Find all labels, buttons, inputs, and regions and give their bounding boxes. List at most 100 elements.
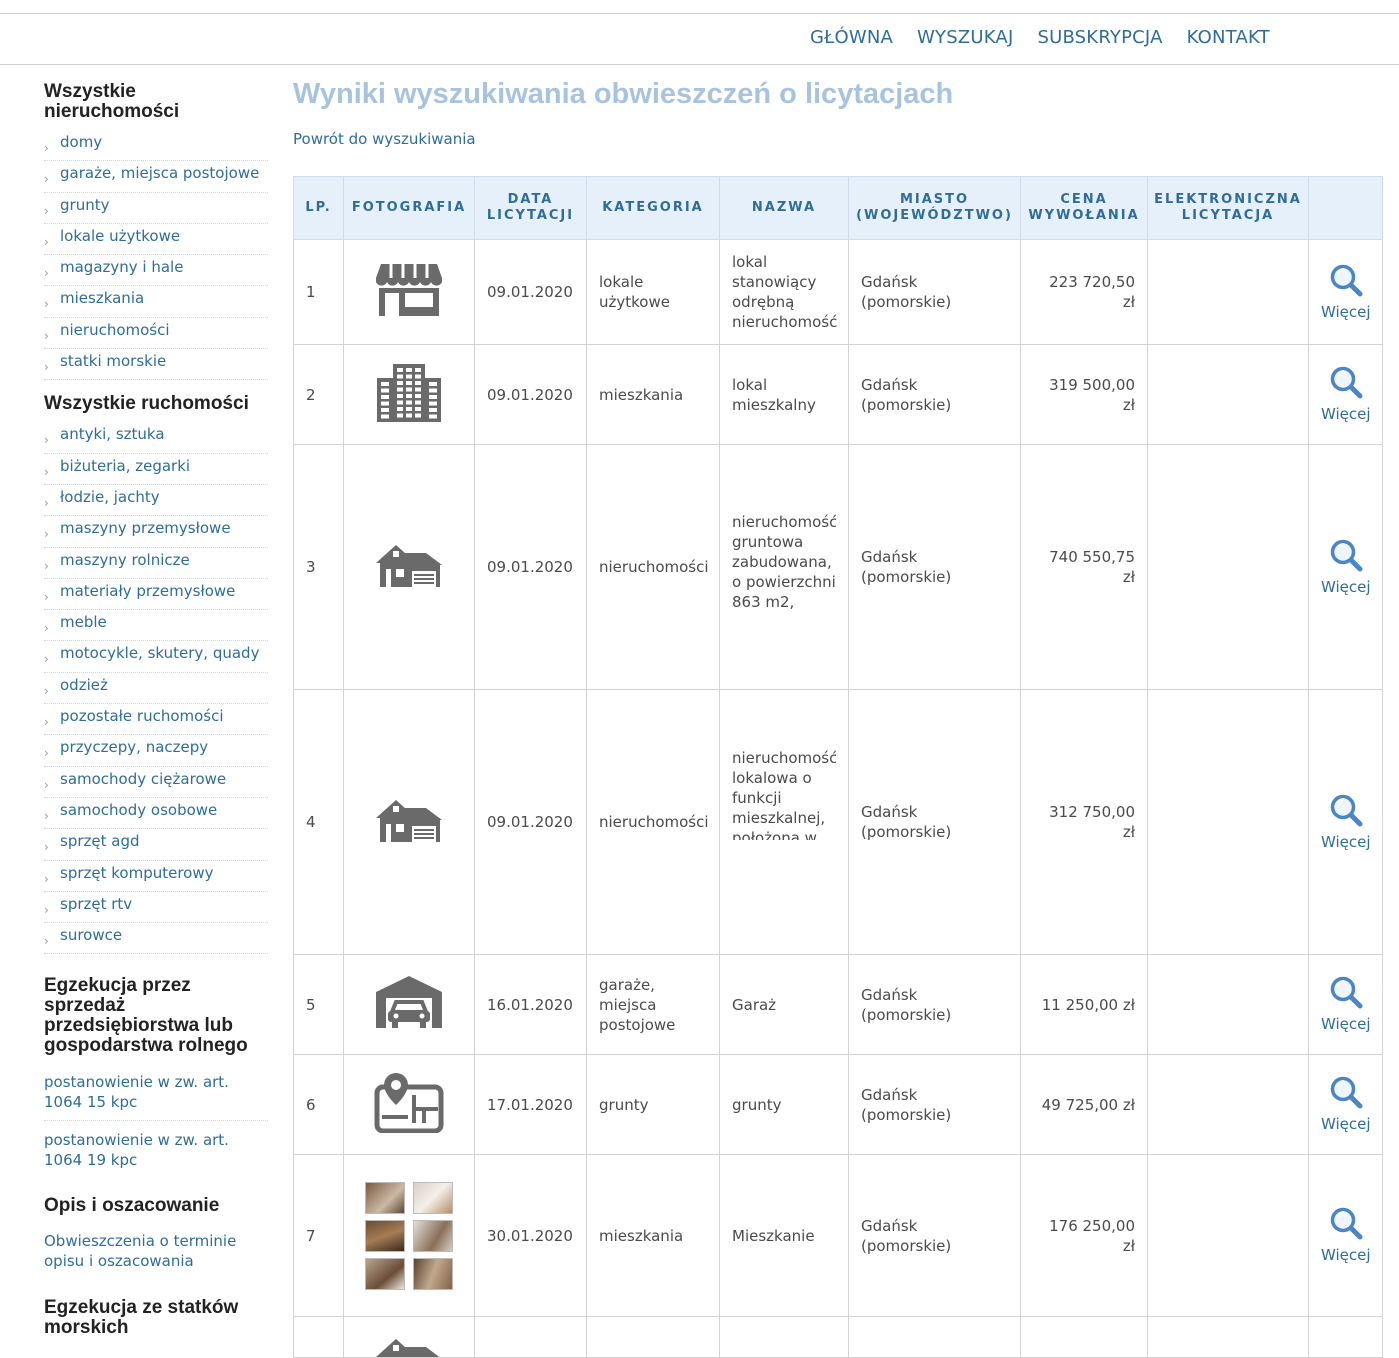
sidebar-item[interactable]: › sprzęt rtv <box>44 892 268 924</box>
cell-more[interactable]: Więcej <box>1308 1054 1383 1155</box>
apartment-building-icon[interactable] <box>375 364 443 426</box>
sidebar-item[interactable]: › pozostałe ruchomości <box>44 704 268 736</box>
cell-more[interactable] <box>1308 1316 1383 1358</box>
sidebar-item[interactable]: › garaże, miejsca postojowe <box>44 161 268 193</box>
sidebar-item[interactable]: › motocykle, skutery, quady <box>44 641 268 673</box>
more-button[interactable]: Więcej <box>1321 793 1371 852</box>
sidebar-item[interactable]: › odzież <box>44 673 268 705</box>
more-button[interactable]: Więcej <box>1321 538 1371 597</box>
sidebar-item[interactable]: › samochody osobowe <box>44 798 268 830</box>
sidebar-item[interactable]: › grunty <box>44 193 268 224</box>
table-row[interactable]: 4 09.01.2020 nieruchomości nieruchomość … <box>293 689 1383 955</box>
more-label: Więcej <box>1321 1246 1371 1264</box>
sidebar-item[interactable]: › lokale użytkowe <box>44 224 268 256</box>
sidebar-item[interactable]: › surowce <box>44 923 268 955</box>
nav-glowna[interactable]: GŁÓWNA <box>810 27 893 48</box>
more-button[interactable]: Więcej <box>1321 365 1371 424</box>
house-garage-icon[interactable] <box>374 799 444 848</box>
cell-kategoria: mieszkania <box>586 344 720 445</box>
header-data-licytacji[interactable]: DATA LICYTACJI <box>474 176 587 240</box>
sidebar-item[interactable]: › mieszkania <box>44 286 268 318</box>
cell-elektroniczna <box>1147 1316 1309 1358</box>
header-kategoria[interactable]: KATEGORIA <box>586 176 720 240</box>
photo-collage[interactable] <box>356 1181 462 1290</box>
shop-icon[interactable] <box>375 263 443 322</box>
header-lp[interactable]: LP. <box>293 176 344 240</box>
sidebar-item[interactable]: › magazyny i hale <box>44 255 268 287</box>
back-to-search-link[interactable]: Powrót do wyszukiwania <box>293 130 476 148</box>
sidebar-item[interactable]: › sprzęt agd <box>44 829 268 861</box>
more-button[interactable]: Więcej <box>1321 1075 1371 1134</box>
chevron-right-icon: › <box>44 328 49 343</box>
cell-lp: 3 <box>293 444 344 690</box>
sidebar-item[interactable]: › maszyny rolnicze <box>44 548 268 579</box>
more-button[interactable]: Więcej <box>1321 975 1371 1034</box>
chevron-right-icon: › <box>44 558 49 573</box>
land-plot-pin-icon[interactable] <box>374 1073 444 1137</box>
table-row[interactable] <box>293 1316 1383 1358</box>
nav-subskrypcja[interactable]: SUBSKRYPCJA <box>1037 27 1162 48</box>
cell-more[interactable]: Więcej <box>1308 954 1383 1055</box>
sidebar-item[interactable]: › materiały przemysłowe <box>44 579 268 611</box>
sidebar-link-obwieszczenia-opis[interactable]: Obwieszczenia o terminie opisu i oszacow… <box>44 1231 268 1271</box>
header-fotografia[interactable]: FOTOGRAFIA <box>343 176 475 240</box>
cell-more[interactable]: Więcej <box>1308 1154 1383 1317</box>
cell-nazwa: lokal mieszkalny <box>719 344 849 445</box>
nav-wyszukaj[interactable]: WYSZUKAJ <box>917 27 1013 48</box>
sidebar-item[interactable]: › sprzęt komputerowy <box>44 861 268 892</box>
cell-fotografia[interactable] <box>343 344 475 445</box>
sidebar-item[interactable]: › biżuteria, zegarki <box>44 454 268 485</box>
cell-more[interactable]: Więcej <box>1308 344 1383 445</box>
magnifier-icon <box>1329 1075 1363 1114</box>
table-row[interactable]: 2 09.01.2020 mieszkania lokal mieszkalny… <box>293 344 1383 445</box>
cell-miasto: Gdańsk (pomorskie) <box>848 444 1021 690</box>
more-button[interactable]: Więcej <box>1321 263 1371 322</box>
cell-cena: 11 250,00 zł <box>1020 954 1148 1055</box>
header-miasto[interactable]: MIASTO (WOJEWÓDZTWO) <box>848 176 1021 240</box>
cell-fotografia[interactable] <box>343 1054 475 1155</box>
cell-data-licytacji: 17.01.2020 <box>474 1054 587 1155</box>
cell-cena: 223 720,50 zł <box>1020 239 1148 345</box>
garage-car-icon[interactable] <box>374 976 444 1034</box>
table-row[interactable]: 1 09.01.2020 lokale użytkowe lokal stano… <box>293 239 1383 345</box>
nav-kontakt[interactable]: KONTAKT <box>1187 27 1270 48</box>
cell-more[interactable]: Więcej <box>1308 444 1383 690</box>
photo-thumbnail <box>413 1181 453 1214</box>
cell-fotografia[interactable] <box>343 1316 475 1358</box>
header-nazwa[interactable]: NAZWA <box>719 176 849 240</box>
cell-nazwa: Garaż <box>719 954 849 1055</box>
cell-fotografia[interactable] <box>343 1154 475 1317</box>
cell-fotografia[interactable] <box>343 444 475 690</box>
sidebar-item[interactable]: › domy <box>44 130 268 162</box>
sidebar-link-art-1064-19[interactable]: postanowienie w zw. art. 1064 19 kpc <box>44 1130 268 1170</box>
sidebar-item[interactable]: › antyki, sztuka <box>44 422 268 454</box>
sidebar-item[interactable]: › statki morskie <box>44 349 268 381</box>
cell-miasto: Gdańsk (pomorskie) <box>848 344 1021 445</box>
sidebar-item[interactable]: › łodzie, jachty <box>44 485 268 517</box>
sidebar-item-label: garaże, miejsca postojowe <box>60 164 260 183</box>
table-row[interactable]: 6 17.01.2020 grunty grunty Gdańsk (pomor… <box>293 1054 1383 1155</box>
sidebar-item-label: łodzie, jachty <box>60 487 160 506</box>
table-row[interactable]: 5 16.01.2020 garaże, miejsca postojowe G… <box>293 954 1383 1055</box>
more-button[interactable]: Więcej <box>1321 1206 1371 1265</box>
sidebar-item-label: statki morskie <box>60 352 167 371</box>
cell-fotografia[interactable] <box>343 954 475 1055</box>
cell-more[interactable]: Więcej <box>1308 239 1383 345</box>
table-row[interactable]: 3 09.01.2020 nieruchomości nieruchomość … <box>293 444 1383 690</box>
cell-fotografia[interactable] <box>343 239 475 345</box>
header-cena[interactable]: CENA WYWOŁANIA <box>1020 176 1148 240</box>
sidebar-item[interactable]: › samochody ciężarowe <box>44 767 268 798</box>
house-garage-icon[interactable] <box>374 544 444 593</box>
cell-more[interactable]: Więcej <box>1308 689 1383 955</box>
magnifier-icon <box>1329 975 1363 1014</box>
table-row[interactable]: 7 30.01.2020 mieszkania Mieszkanie Gdańs… <box>293 1154 1383 1317</box>
sidebar-link-art-1064-15[interactable]: postanowienie w zw. art. 1064 15 kpc <box>44 1072 268 1112</box>
sidebar-item[interactable]: › maszyny przemysłowe <box>44 516 268 548</box>
cell-fotografia[interactable] <box>343 689 475 955</box>
chevron-right-icon: › <box>44 746 49 761</box>
sidebar-item[interactable]: › nieruchomości <box>44 318 268 350</box>
chevron-right-icon: › <box>44 234 49 249</box>
sidebar-item[interactable]: › meble <box>44 610 268 642</box>
header-elektroniczna[interactable]: ELEKTRONICZNA LICYTACJA <box>1147 176 1309 240</box>
sidebar-item[interactable]: › przyczepy, naczepy <box>44 735 268 767</box>
